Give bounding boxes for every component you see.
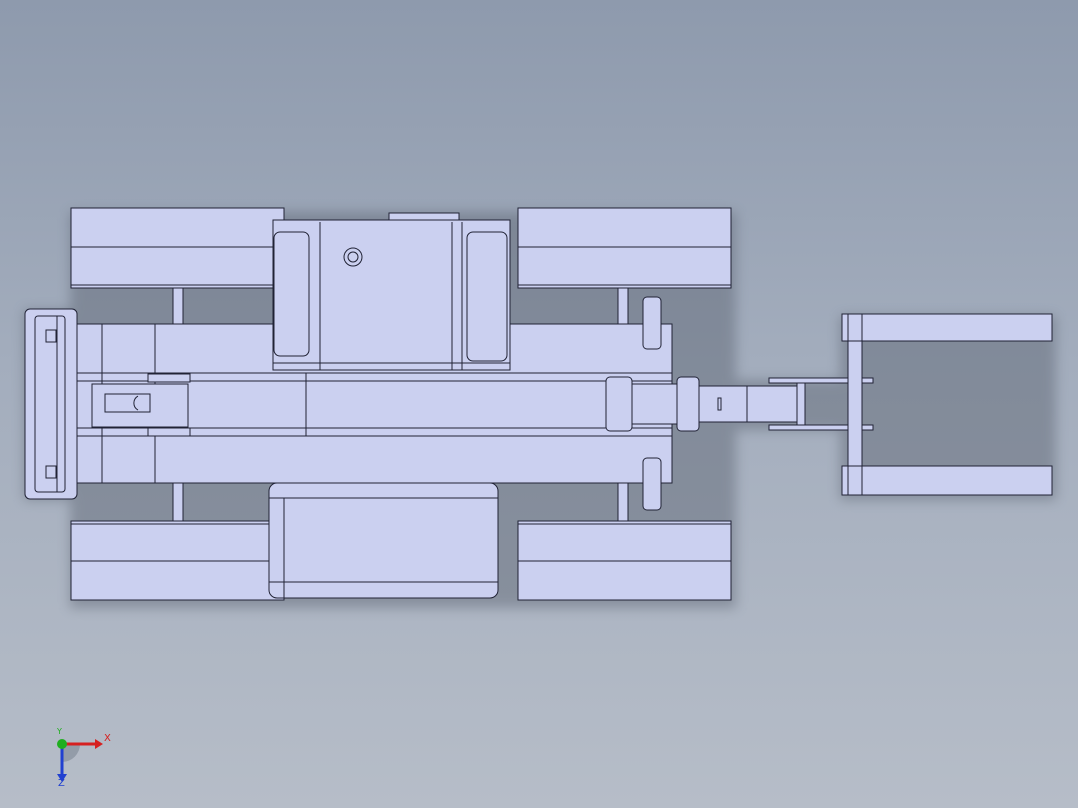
front-left-axle (172, 287, 184, 325)
y-axis-label: Y (57, 727, 62, 736)
coordinate-triad (57, 739, 103, 782)
hub-upper (642, 296, 662, 350)
rear-tank[interactable] (268, 482, 499, 599)
rear-right-axle (617, 482, 629, 522)
wheel-top-right[interactable] (517, 207, 732, 289)
wheel-bottom-left[interactable] (70, 520, 285, 601)
graphics-viewport[interactable]: X Y Z (0, 0, 1078, 808)
wheel-bottom-right[interactable] (517, 520, 732, 601)
front-right-axle (617, 287, 629, 325)
fuel-cap[interactable] (343, 247, 363, 267)
z-axis-label: Z (58, 778, 65, 789)
wheel-top-left[interactable] (70, 207, 285, 289)
x-axis-label: X (104, 733, 111, 744)
model-view[interactable] (0, 0, 1078, 808)
y-axis-dot (57, 739, 67, 749)
hub-lower (642, 457, 662, 511)
cab-housing[interactable] (272, 212, 511, 371)
front-bumper[interactable] (24, 308, 78, 500)
rear-left-axle (172, 482, 184, 522)
